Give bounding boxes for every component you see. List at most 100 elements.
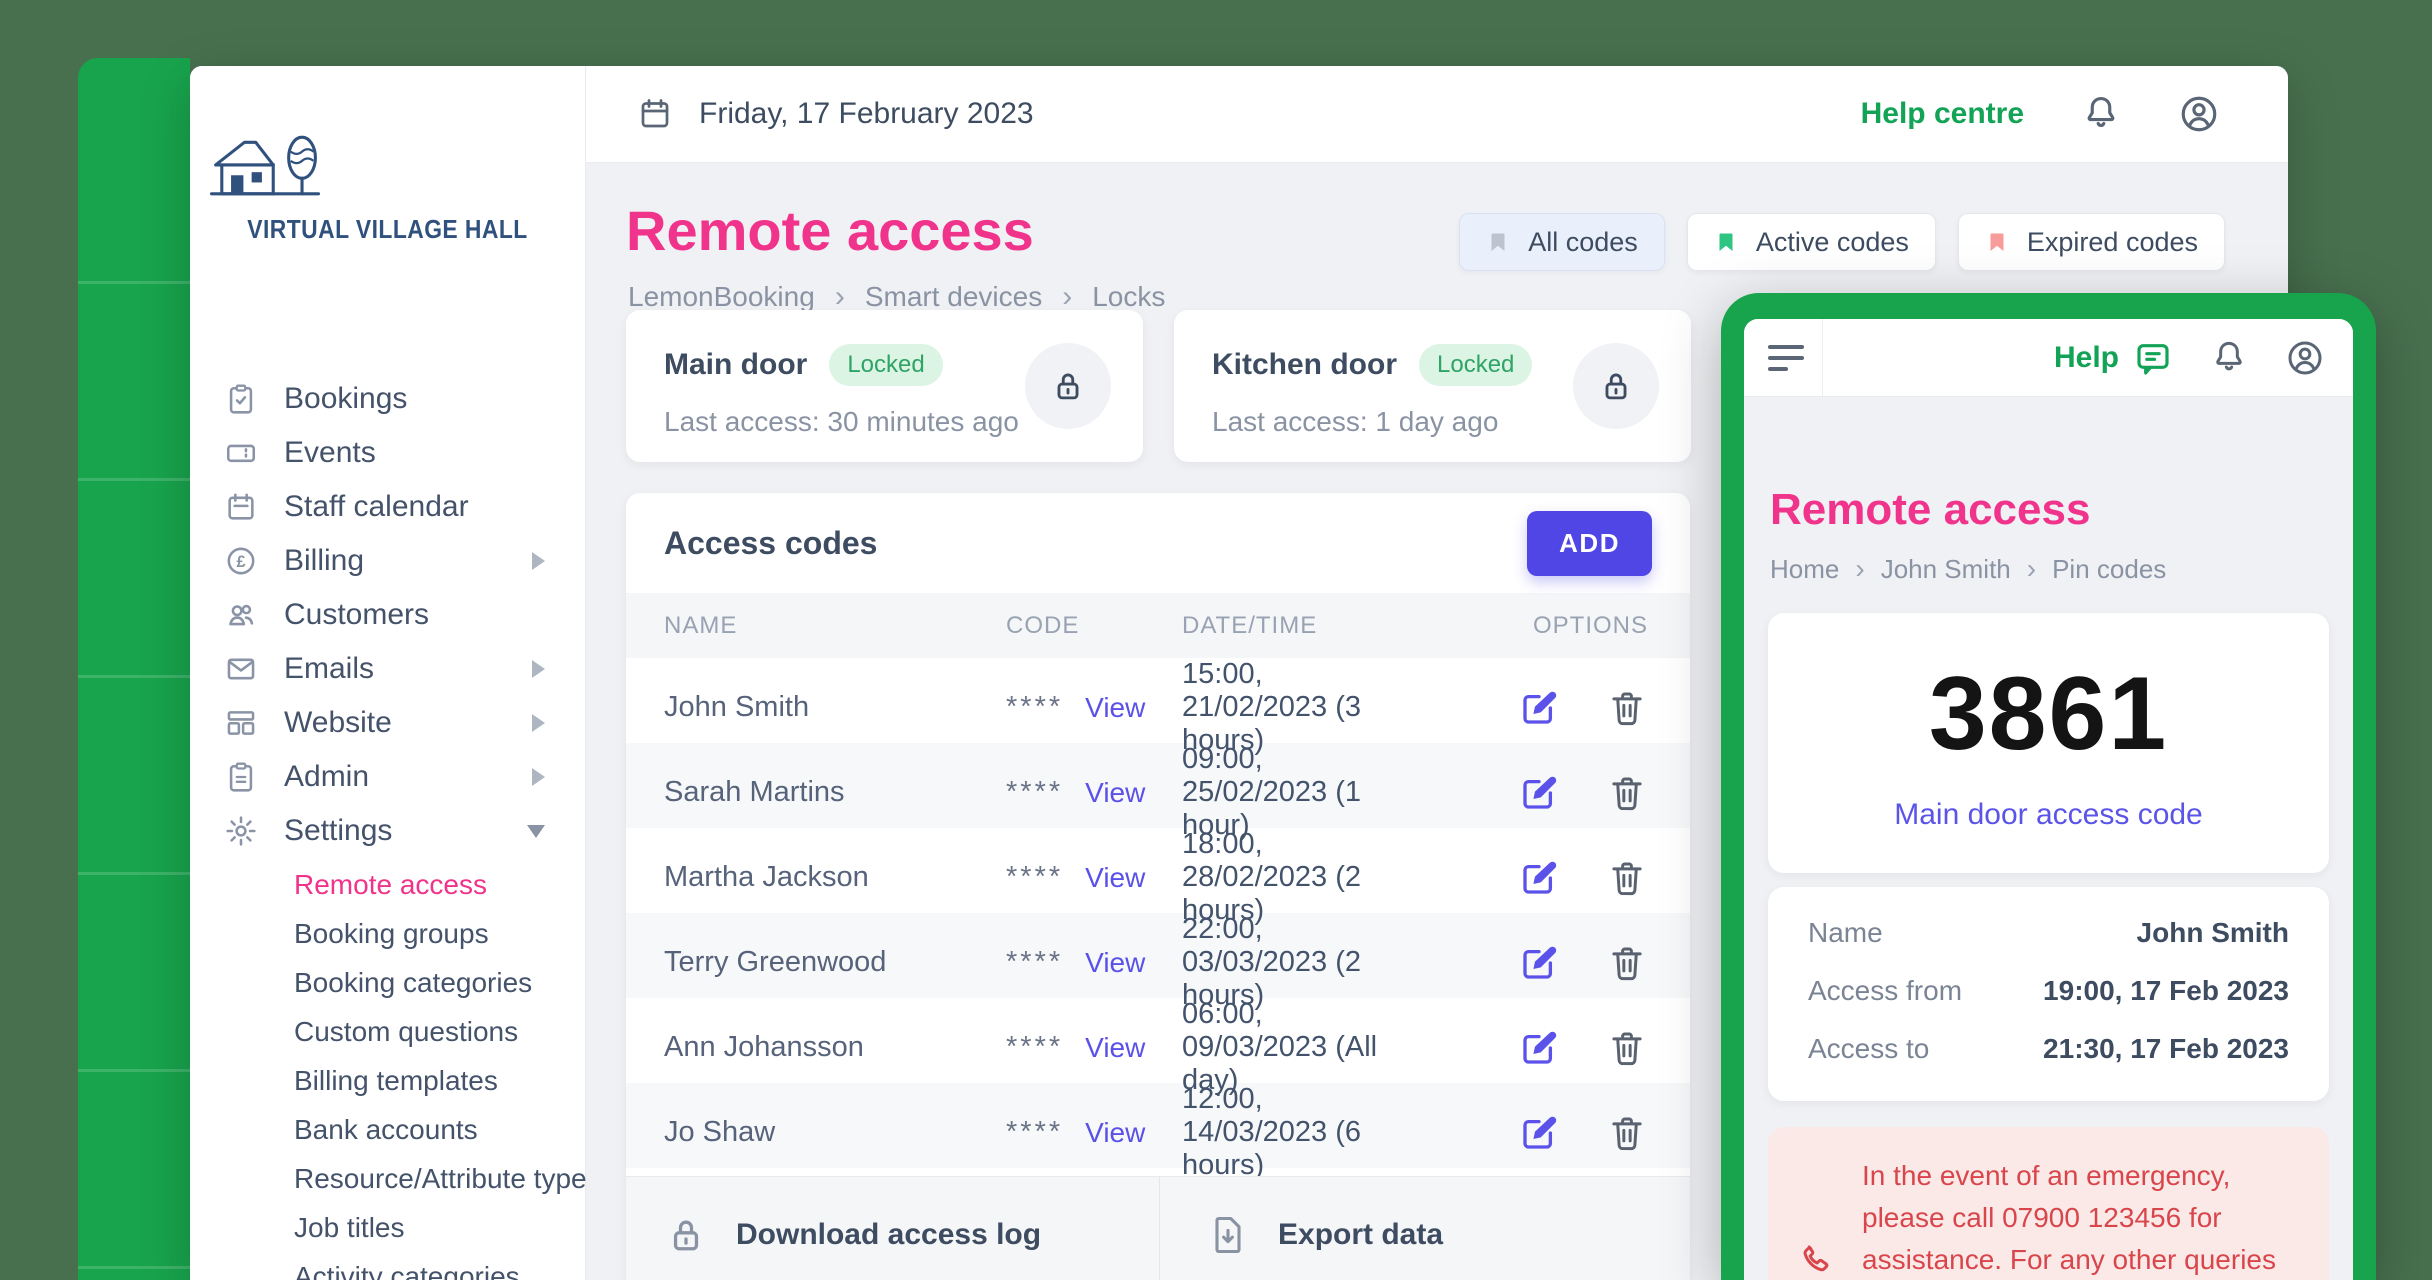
breadcrumb-item[interactable]: LemonBooking bbox=[628, 280, 865, 314]
padlock-icon bbox=[1049, 367, 1087, 405]
masked-code: **** bbox=[1006, 1116, 1063, 1149]
user-circle-icon[interactable] bbox=[2285, 338, 2325, 378]
breadcrumb-item[interactable]: Smart devices bbox=[865, 280, 1092, 314]
pin-code-caption-link[interactable]: Main door access code bbox=[1894, 798, 2203, 832]
sidebar-item-billing[interactable]: Billing bbox=[190, 534, 585, 588]
section-title: Access codes bbox=[664, 525, 877, 562]
code-holder-name: Martha Jackson bbox=[664, 861, 1006, 894]
table-row: Martha Jackson ****View 18:00, 28/02/202… bbox=[626, 828, 1690, 913]
status-badge: Locked bbox=[1419, 344, 1532, 386]
mobile-top-bar: Help bbox=[1744, 319, 2353, 397]
pin-code-value: 3861 bbox=[1929, 655, 2168, 774]
breadcrumb: LemonBooking Smart devices Locks bbox=[628, 280, 1165, 314]
detail-row: Access from19:00, 17 Feb 2023 bbox=[1808, 975, 2289, 1007]
edit-icon[interactable] bbox=[1518, 687, 1560, 729]
trash-icon[interactable] bbox=[1606, 857, 1648, 899]
code-holder-name: Sarah Martins bbox=[664, 776, 1006, 809]
padlock-icon bbox=[1597, 367, 1635, 405]
sidebar-item-events[interactable]: Events bbox=[190, 426, 585, 480]
filter-active-codes[interactable]: Active codes bbox=[1687, 213, 1936, 271]
detail-row: Access to21:30, 17 Feb 2023 bbox=[1808, 1033, 2289, 1065]
sidebar-item-customers[interactable]: Customers bbox=[190, 588, 585, 642]
chevron-right-icon bbox=[532, 714, 545, 732]
phone-icon bbox=[1796, 1240, 1836, 1280]
table-row: Terry Greenwood ****View 22:00, 03/03/20… bbox=[626, 913, 1690, 998]
submenu-item-booking-categories[interactable]: Booking categories bbox=[190, 958, 585, 1007]
padlock-icon bbox=[664, 1213, 708, 1257]
filter-all-codes[interactable]: All codes bbox=[1459, 213, 1665, 271]
chat-bubble-icon bbox=[2133, 338, 2173, 378]
green-accent-band bbox=[78, 58, 190, 1280]
trash-icon[interactable] bbox=[1606, 942, 1648, 984]
sidebar-item-settings[interactable]: Settings bbox=[190, 804, 585, 858]
help-centre-link[interactable]: Help centre bbox=[1861, 97, 2024, 131]
view-code-link[interactable]: View bbox=[1085, 862, 1145, 894]
trash-icon[interactable] bbox=[1606, 687, 1648, 729]
breadcrumb-item[interactable]: Pin codes bbox=[2052, 554, 2166, 585]
current-date: Friday, 17 February 2023 bbox=[699, 97, 1034, 131]
download-access-log-button[interactable]: Download access log bbox=[626, 1177, 1159, 1280]
lock-toggle-button[interactable] bbox=[1025, 343, 1111, 429]
user-circle-icon[interactable] bbox=[2178, 93, 2220, 135]
logo-title: VIRTUAL VILLAGE HALL bbox=[214, 214, 562, 245]
edit-icon[interactable] bbox=[1518, 857, 1560, 899]
view-code-link[interactable]: View bbox=[1085, 1117, 1145, 1149]
submenu-item-custom-questions[interactable]: Custom questions bbox=[190, 1007, 585, 1056]
trash-icon[interactable] bbox=[1606, 772, 1648, 814]
mobile-preview-frame: Help Remote access Home John Smith Pin c… bbox=[1721, 293, 2376, 1280]
hamburger-menu-icon[interactable] bbox=[1744, 319, 1823, 396]
edit-icon[interactable] bbox=[1518, 1112, 1560, 1154]
submenu-item-booking-groups[interactable]: Booking groups bbox=[190, 909, 585, 958]
sidebar-menu: Bookings Events Staff calendar Billing C… bbox=[190, 372, 585, 1280]
edit-icon[interactable] bbox=[1518, 942, 1560, 984]
status-badge: Locked bbox=[829, 344, 942, 386]
column-datetime: DATE/TIME bbox=[1182, 612, 1398, 640]
submenu-item-job-titles[interactable]: Job titles bbox=[190, 1203, 585, 1252]
logo: VIRTUAL VILLAGE HALL bbox=[190, 66, 585, 245]
lock-card-main-door: Main doorLocked Last access: 30 minutes … bbox=[626, 310, 1143, 462]
clipboard-list-icon bbox=[224, 760, 258, 794]
submenu-item-billing-templates[interactable]: Billing templates bbox=[190, 1056, 585, 1105]
submenu-item-activity-categories[interactable]: Activity categories bbox=[190, 1252, 585, 1280]
sidebar-item-website[interactable]: Website bbox=[190, 696, 585, 750]
view-code-link[interactable]: View bbox=[1085, 692, 1145, 724]
pin-code-card: 3861 Main door access code bbox=[1768, 613, 2329, 873]
view-code-link[interactable]: View bbox=[1085, 777, 1145, 809]
sidebar-item-staff-calendar[interactable]: Staff calendar bbox=[190, 480, 585, 534]
sidebar-item-emails[interactable]: Emails bbox=[190, 642, 585, 696]
breadcrumb-item[interactable]: John Smith bbox=[1881, 553, 2052, 585]
gear-icon bbox=[224, 814, 258, 848]
submenu-item-resource-attribute-types[interactable]: Resource/Attribute types bbox=[190, 1154, 585, 1203]
export-data-button[interactable]: Export data bbox=[1159, 1177, 1690, 1280]
lock-toggle-button[interactable] bbox=[1573, 343, 1659, 429]
sidebar-item-admin[interactable]: Admin bbox=[190, 750, 585, 804]
top-bar-actions: Help centre bbox=[1861, 93, 2220, 135]
trash-icon[interactable] bbox=[1606, 1027, 1648, 1069]
edit-icon[interactable] bbox=[1518, 772, 1560, 814]
view-code-link[interactable]: View bbox=[1085, 947, 1145, 979]
breadcrumb-item[interactable]: Home bbox=[1770, 553, 1881, 585]
chevron-right-icon bbox=[532, 552, 545, 570]
access-details-card: NameJohn Smith Access from19:00, 17 Feb … bbox=[1768, 887, 2329, 1101]
filter-expired-codes[interactable]: Expired codes bbox=[1958, 213, 2225, 271]
breadcrumb-item[interactable]: Locks bbox=[1092, 281, 1165, 313]
bell-icon[interactable] bbox=[2209, 338, 2249, 378]
bookmark-icon bbox=[1985, 227, 2009, 257]
chevron-right-icon bbox=[532, 768, 545, 786]
bell-icon[interactable] bbox=[2080, 93, 2122, 135]
trash-icon[interactable] bbox=[1606, 1112, 1648, 1154]
submenu-item-bank-accounts[interactable]: Bank accounts bbox=[190, 1105, 585, 1154]
code-holder-name: Terry Greenwood bbox=[664, 946, 1006, 979]
submenu-item-remote-access[interactable]: Remote access bbox=[190, 860, 585, 909]
column-name: NAME bbox=[664, 612, 1006, 640]
sidebar-item-bookings[interactable]: Bookings bbox=[190, 372, 585, 426]
edit-icon[interactable] bbox=[1518, 1027, 1560, 1069]
view-code-link[interactable]: View bbox=[1085, 1032, 1145, 1064]
mobile-help-link[interactable]: Help bbox=[2054, 338, 2173, 378]
mobile-page-title: Remote access bbox=[1768, 485, 2329, 535]
calendar-icon bbox=[224, 490, 258, 524]
table-row: John Smith ****View 15:00, 21/02/2023 (3… bbox=[626, 658, 1690, 743]
emergency-notice-text: In the event of an emergency, please cal… bbox=[1862, 1155, 2301, 1280]
mobile-breadcrumb: Home John Smith Pin codes bbox=[1768, 553, 2329, 585]
add-code-button[interactable]: ADD bbox=[1527, 511, 1652, 576]
